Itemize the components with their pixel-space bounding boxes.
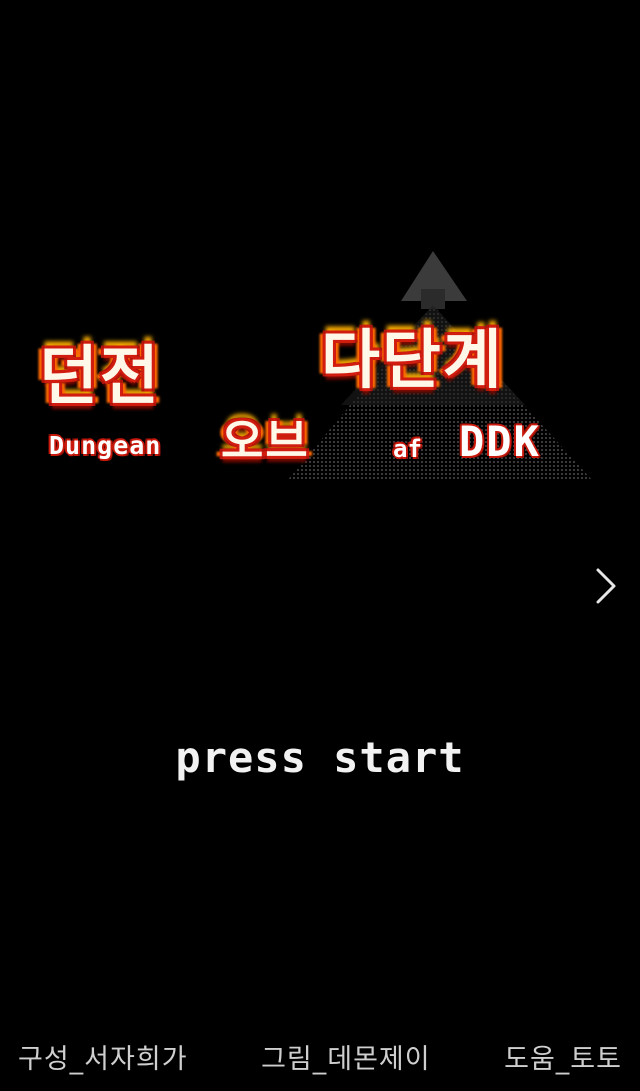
chevron-right-icon xyxy=(596,568,616,604)
logo-title-of-korean: 오브 xyxy=(221,414,310,468)
credit-art: 그림_데몬제이 xyxy=(261,1043,431,1075)
game-logo: 던전 다단계 오브 Dungean af DDK xyxy=(25,245,615,490)
logo-english-of: af xyxy=(393,435,422,463)
next-button[interactable] xyxy=(590,564,622,608)
title-screen: 던전 다단계 오브 Dungean af DDK press start 구성_… xyxy=(0,0,640,1091)
press-start-button[interactable]: press start xyxy=(0,728,640,788)
credit-help: 도움_토토 xyxy=(504,1043,622,1075)
credits-bar: 구성_서자희가 그림_데몬제이 도움_토토 xyxy=(0,1034,640,1078)
logo-english-ddk: DDK xyxy=(459,417,541,466)
credit-composition: 구성_서자희가 xyxy=(18,1043,188,1075)
logo-english-dungeon: Dungean xyxy=(49,431,162,460)
logo-title-dadangye: 다단계 xyxy=(321,324,504,398)
logo-title-dungeon-korean: 던전 xyxy=(39,340,161,414)
